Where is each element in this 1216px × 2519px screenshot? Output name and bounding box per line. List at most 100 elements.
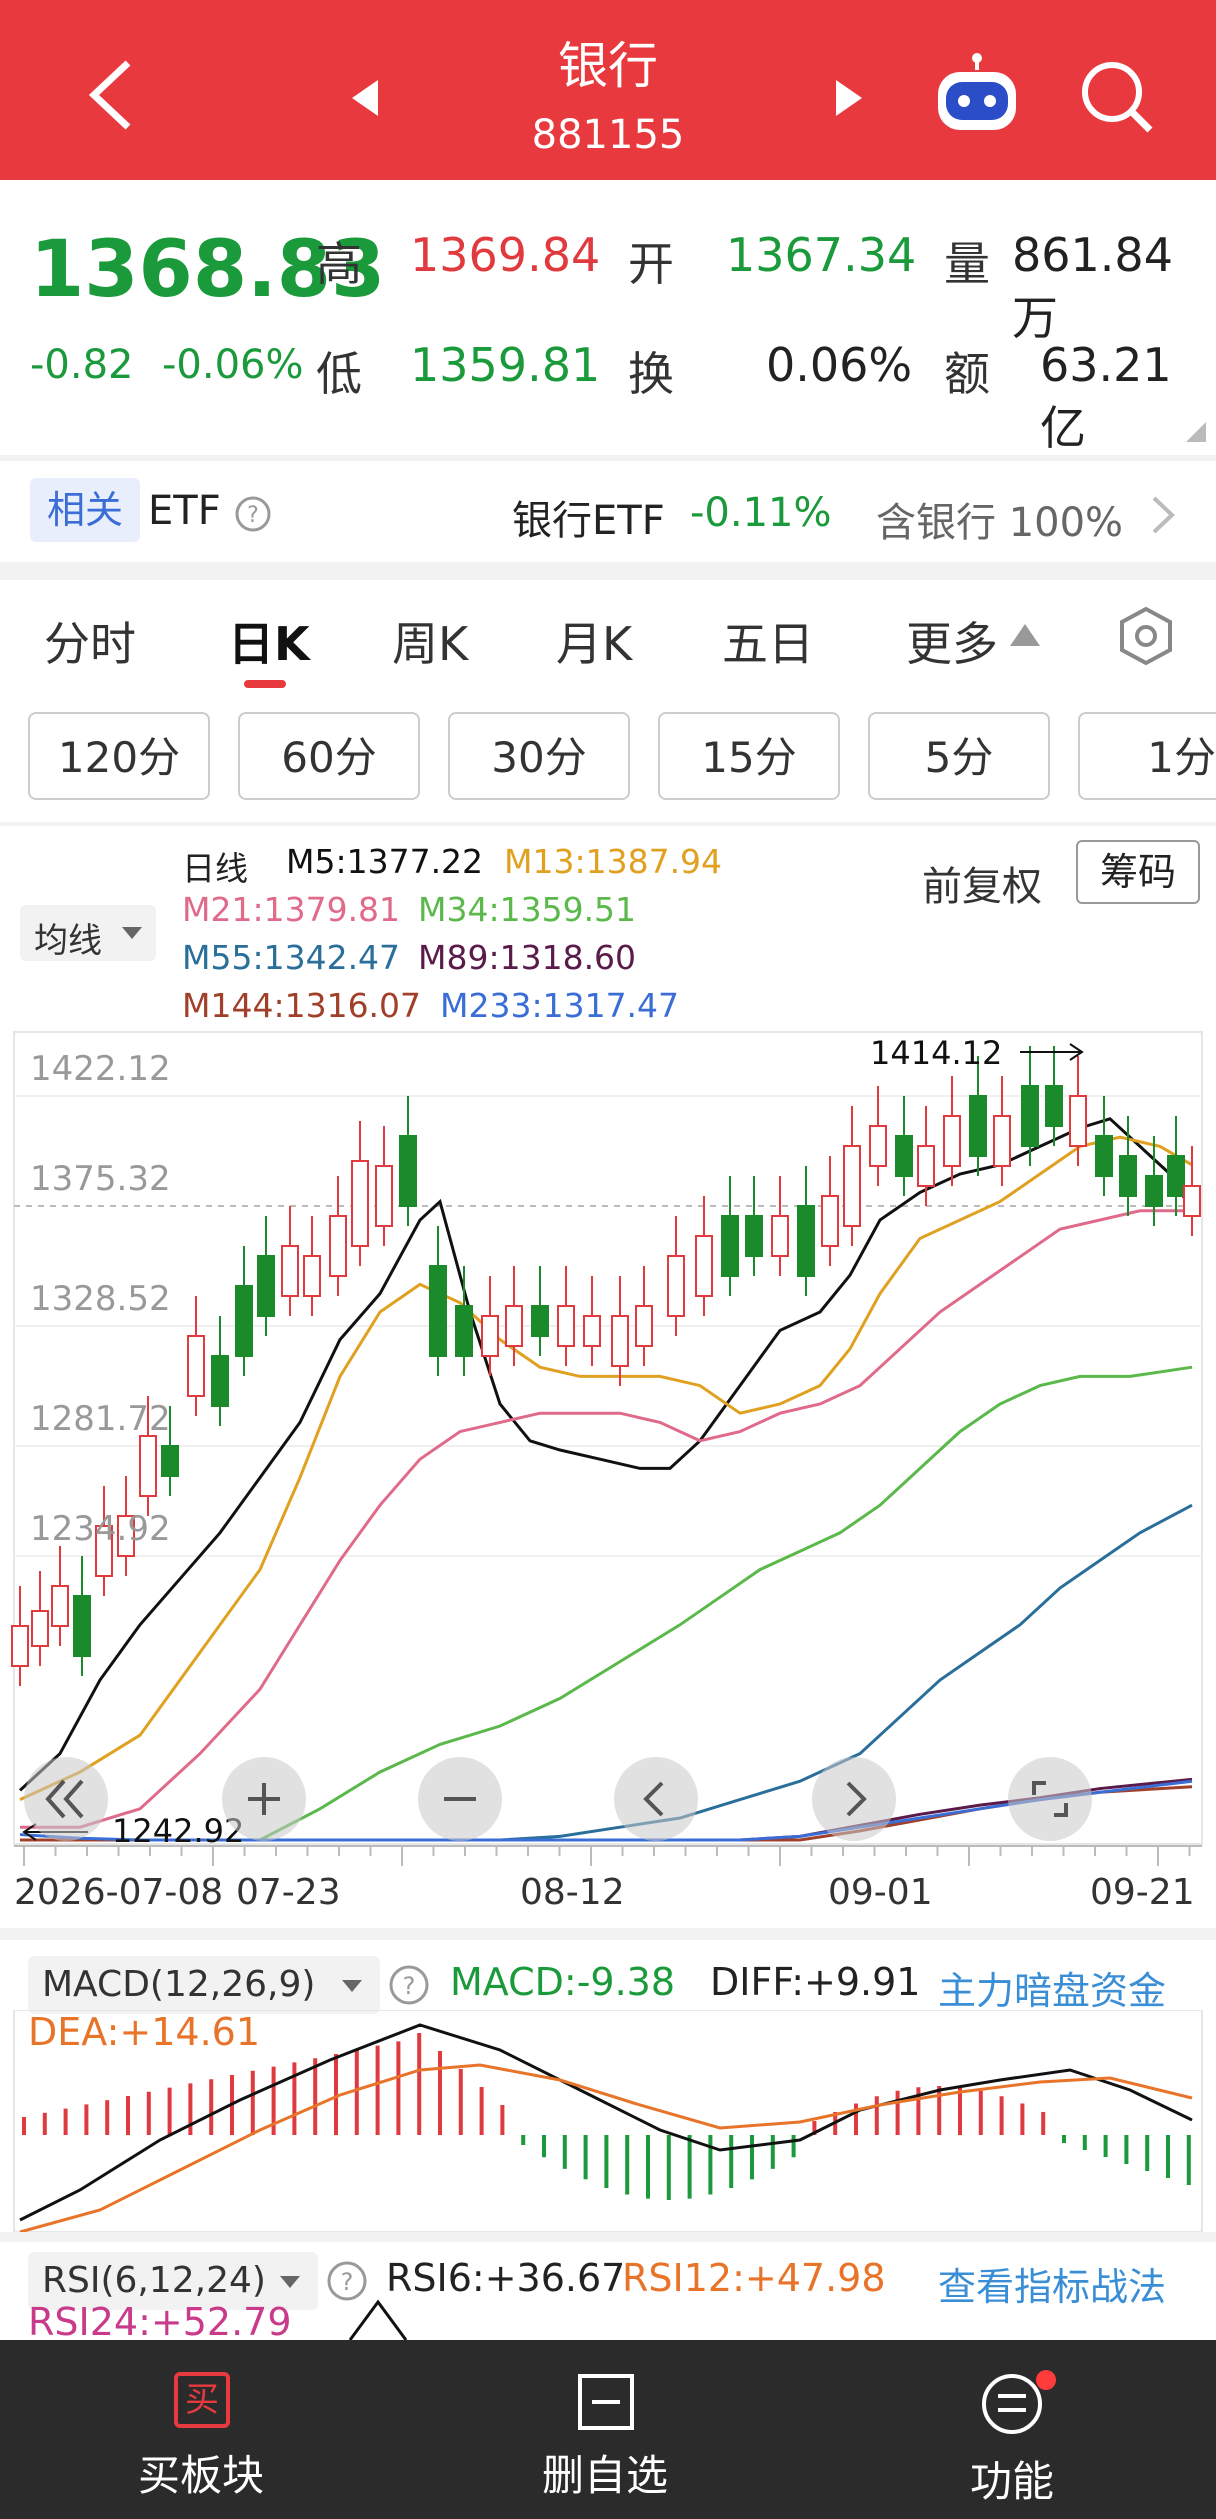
- fq-label[interactable]: 前复权: [922, 854, 1042, 912]
- macd-link[interactable]: 主力暗盘资金: [938, 1960, 1166, 2015]
- candle-body: [505, 1305, 523, 1347]
- candle-body: [745, 1215, 763, 1257]
- interval-1min[interactable]: 1分: [1078, 712, 1216, 800]
- ma-m89: M89:1318.60: [418, 938, 637, 977]
- candle-body: [583, 1315, 601, 1347]
- active-tab-indicator: [244, 680, 286, 688]
- buy-sector-button[interactable]: 买板块: [138, 2442, 264, 2503]
- minus-icon: [444, 1797, 476, 1801]
- etf-name[interactable]: 银行ETF: [512, 488, 665, 546]
- chouma-button[interactable]: 筹码: [1076, 840, 1200, 904]
- ma-m144: M144:1316.07: [182, 986, 422, 1025]
- interval-30min[interactable]: 30分: [448, 712, 630, 800]
- ma-m21: M21:1379.81: [182, 890, 401, 929]
- candle-body: [667, 1255, 685, 1317]
- help-icon[interactable]: ?: [388, 1964, 430, 2006]
- candle-body: [281, 1245, 299, 1297]
- macd-value: MACD:-9.38: [450, 1960, 676, 2004]
- help-icon[interactable]: ?: [234, 495, 272, 533]
- tab-weekly-k[interactable]: 周K: [392, 608, 468, 674]
- tab-more[interactable]: 更多: [906, 608, 998, 674]
- dropdown-icon: [280, 2276, 300, 2288]
- robot-assistant-icon[interactable]: [932, 52, 1022, 138]
- price-change-pct: -0.06%: [162, 342, 304, 388]
- ma-title: 日线: [182, 849, 248, 888]
- dropdown-icon: [342, 1980, 362, 1992]
- fullscreen-icon: [1032, 1781, 1068, 1817]
- tab-five-day[interactable]: 五日: [722, 608, 814, 674]
- candle-body: [1021, 1085, 1039, 1147]
- ma-m233: M233:1317.47: [440, 986, 680, 1025]
- candle-body: [1045, 1085, 1063, 1127]
- tab-daily-k[interactable]: 日K: [228, 608, 310, 674]
- ma-m55: M55:1342.47: [182, 938, 401, 977]
- chevron-right-icon: [846, 1781, 867, 1817]
- scroll-left-button[interactable]: [614, 1757, 698, 1841]
- rsi-line-fragment: [348, 2299, 408, 2340]
- svg-text:?: ?: [341, 2268, 354, 2296]
- low-label: 低: [316, 347, 362, 401]
- candle-body: [187, 1335, 205, 1397]
- ma-selector[interactable]: 均线: [20, 905, 156, 961]
- svg-text:?: ?: [403, 1972, 416, 2000]
- candle-body: [429, 1265, 447, 1357]
- remove-watchlist-icon: [578, 2374, 634, 2430]
- search-icon[interactable]: [1078, 58, 1154, 134]
- stock-code: 881155: [531, 112, 685, 158]
- svg-text:?: ?: [247, 503, 259, 528]
- function-button[interactable]: 功能: [970, 2448, 1054, 2508]
- moving-average-line: [19, 1135, 1193, 1801]
- buy-icon: 买: [174, 2372, 230, 2428]
- ma-m5: M5:1377.22: [286, 842, 484, 881]
- x-label-0812: 08-12: [520, 1872, 625, 1913]
- moving-average-line: [18, 1117, 1194, 1792]
- macd-selector[interactable]: MACD(12,26,9): [28, 1956, 380, 2014]
- menu-circle-icon: [982, 2370, 1056, 2434]
- candle-body: [51, 1585, 69, 1627]
- candle-body: [1069, 1095, 1087, 1147]
- divider: [0, 822, 1216, 826]
- next-arrow-icon[interactable]: [834, 78, 864, 118]
- bottom-nav: 买 买板块 删自选 功能: [0, 2340, 1216, 2519]
- fullscreen-button[interactable]: [1008, 1757, 1092, 1841]
- candle-body: [721, 1215, 739, 1277]
- zoom-in-button[interactable]: [222, 1757, 306, 1841]
- interval-60min[interactable]: 60分: [238, 712, 420, 800]
- settings-hex-icon[interactable]: [1116, 606, 1176, 666]
- low-value: 1359.81: [410, 338, 601, 392]
- turnover-value: 0.06%: [766, 338, 913, 392]
- diff-line: [19, 2023, 1193, 2222]
- interval-15min[interactable]: 15分: [658, 712, 840, 800]
- tab-fenshi[interactable]: 分时: [44, 608, 136, 674]
- candle-body: [329, 1215, 347, 1277]
- x-label-start: 2026-07-08: [14, 1872, 224, 1913]
- rewind-button[interactable]: [24, 1757, 108, 1841]
- candle-body: [1167, 1155, 1185, 1197]
- price-change: -0.82: [30, 342, 134, 388]
- rsi-link[interactable]: 查看指标战法: [938, 2256, 1166, 2311]
- candle-body: [943, 1115, 961, 1167]
- volume-label: 量: [944, 237, 990, 291]
- candle-body: [695, 1235, 713, 1297]
- macd-chart[interactable]: [0, 2010, 1216, 2240]
- scroll-right-button[interactable]: [812, 1757, 896, 1841]
- zoom-out-button[interactable]: [418, 1757, 502, 1841]
- open-label: 开: [628, 237, 674, 291]
- tab-monthly-k[interactable]: 月K: [556, 608, 632, 674]
- expand-corner-icon[interactable]: [1186, 422, 1206, 442]
- candle-body: [11, 1625, 29, 1667]
- page-title: 银行: [558, 37, 658, 95]
- chevron-left-icon: [643, 1781, 664, 1817]
- candle-body: [611, 1315, 629, 1367]
- interval-5min[interactable]: 5分: [868, 712, 1050, 800]
- macd-title: MACD(12,26,9): [42, 1964, 316, 2005]
- candle-body: [399, 1135, 417, 1207]
- x-label-0723: 07-23: [236, 1872, 341, 1913]
- remove-watchlist-button[interactable]: 删自选: [542, 2442, 668, 2503]
- interval-120min[interactable]: 120分: [28, 712, 210, 800]
- ma-m13: M13:1387.94: [504, 842, 723, 881]
- chevron-right-icon[interactable]: [1148, 494, 1178, 536]
- candle-body: [917, 1145, 935, 1187]
- candle-body: [1183, 1185, 1201, 1217]
- candle-body: [211, 1355, 229, 1407]
